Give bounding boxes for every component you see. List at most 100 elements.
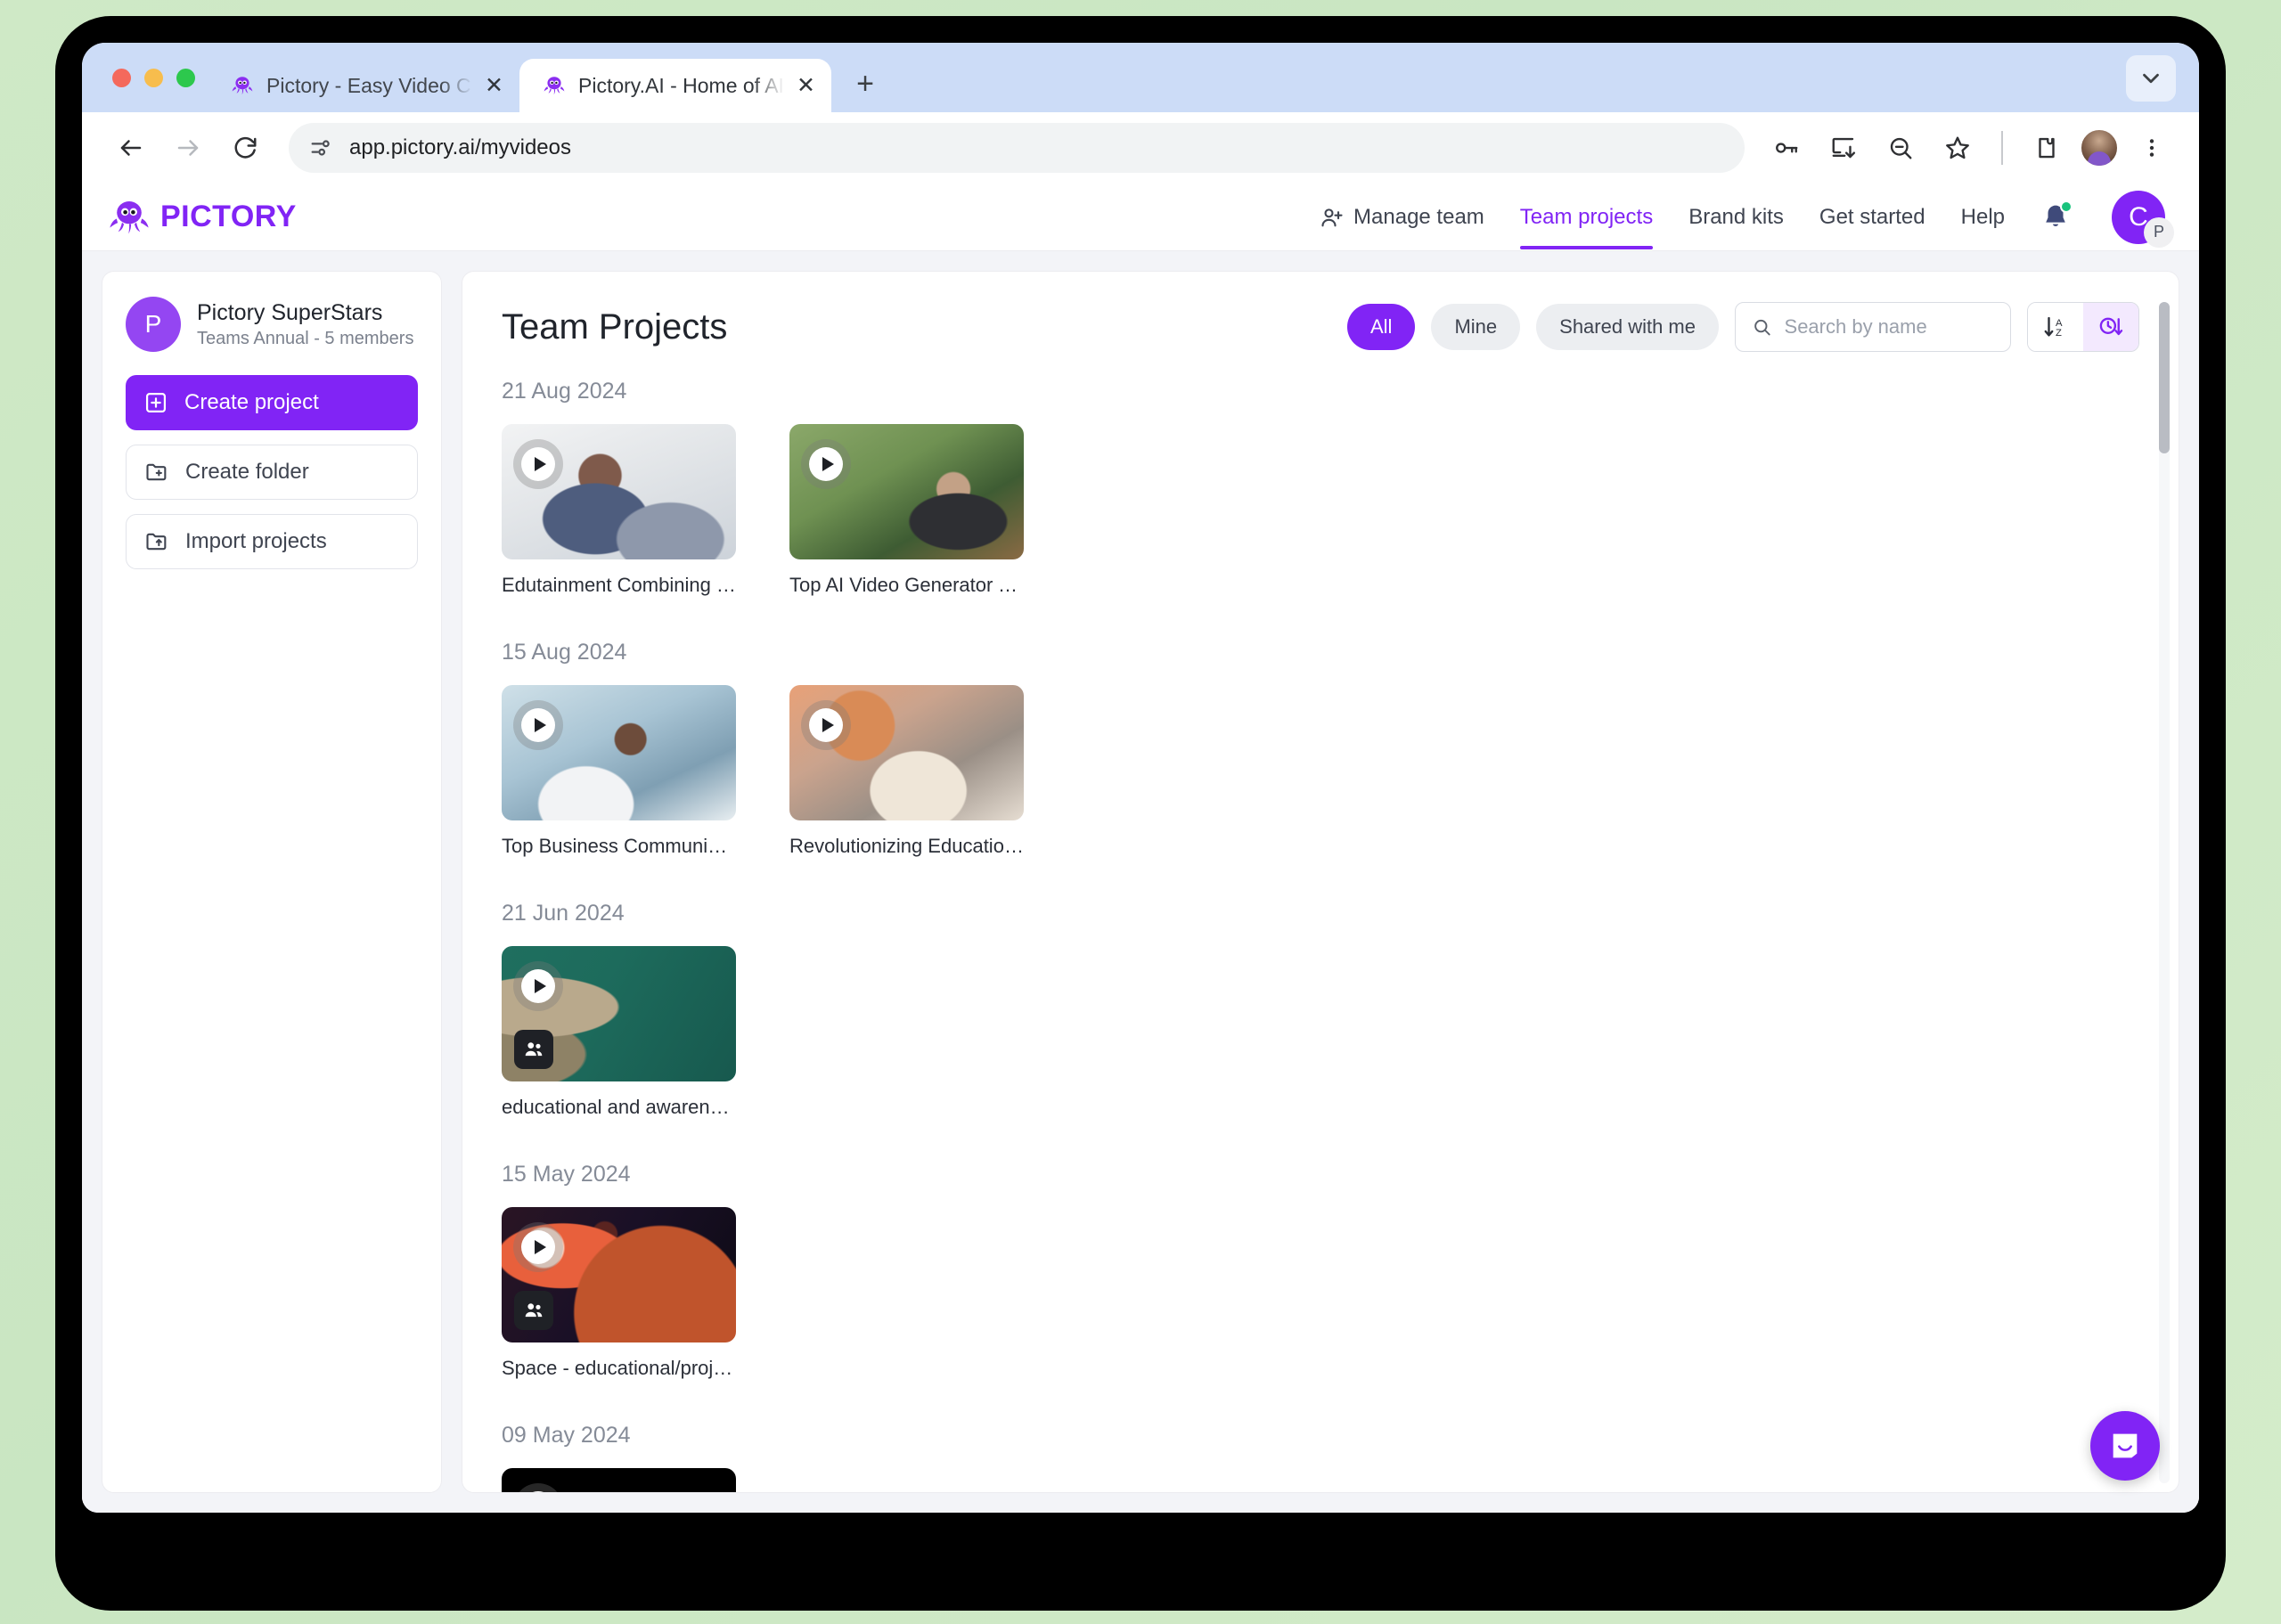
project-thumbnail[interactable] — [789, 685, 1024, 820]
url-text: app.pictory.ai/myvideos — [349, 135, 571, 159]
project-thumbnail[interactable] — [502, 946, 736, 1081]
project-group: 09 May 2024 — [502, 1423, 2139, 1492]
group-date: 09 May 2024 — [502, 1423, 631, 1448]
project-card-row: Top Business Communicatio... Revolutioni… — [502, 685, 2139, 858]
browser-tab-2[interactable]: Pictory.AI - Home of AI Video ✕ — [519, 59, 831, 112]
project-title: Top AI Video Generator Tool... — [789, 574, 1024, 596]
password-manager-button[interactable] — [1762, 124, 1811, 172]
app-nav: Manage team Team projects Brand kits Get… — [1320, 185, 2174, 249]
project-card[interactable]: Revolutionizing Education fo... — [789, 685, 1024, 858]
project-groups: 21 Aug 2024 Edutainment Combining Fun ..… — [502, 379, 2139, 1492]
close-window-button[interactable] — [112, 68, 131, 87]
nav-label: Help — [1960, 204, 2005, 229]
project-title: Top Business Communicatio... — [502, 835, 736, 857]
app-body: P Pictory SuperStars Teams Annual - 5 me… — [82, 251, 2199, 1513]
project-card-row: Space - educational/project/... — [502, 1207, 2139, 1380]
nav-label: Team projects — [1519, 204, 1654, 229]
nav-help[interactable]: Help — [1961, 185, 2005, 249]
project-group: 15 May 2024 Space - educational/project/… — [502, 1162, 2139, 1380]
project-card[interactable]: Top AI Video Generator Tool... — [789, 424, 1024, 597]
project-thumbnail[interactable] — [502, 1468, 736, 1492]
close-tab-button[interactable]: ✕ — [797, 74, 815, 97]
octopus-icon — [110, 200, 149, 233]
new-tab-button[interactable]: + — [842, 61, 888, 107]
project-thumbnail[interactable] — [502, 424, 736, 559]
nav-manage-team[interactable]: Manage team — [1320, 185, 1484, 249]
project-card[interactable] — [502, 1468, 736, 1492]
project-thumbnail[interactable] — [502, 685, 736, 820]
sort-az-icon: A Z — [2044, 316, 2063, 339]
toolbar-icon-group — [1762, 124, 2176, 172]
user-avatar[interactable]: C P — [2112, 190, 2174, 248]
nav-brand-kits[interactable]: Brand kits — [1688, 185, 1784, 249]
button-label: Import projects — [185, 529, 327, 553]
address-bar[interactable]: app.pictory.ai/myvideos — [289, 123, 1745, 173]
create-folder-button[interactable]: Create folder — [126, 445, 418, 500]
chat-widget-button[interactable] — [2090, 1411, 2160, 1481]
nav-label: Brand kits — [1688, 204, 1784, 229]
pictory-logo[interactable]: PICTORY — [109, 197, 297, 238]
tab-search-button[interactable] — [2126, 55, 2176, 102]
forward-button[interactable] — [162, 122, 214, 174]
team-info[interactable]: P Pictory SuperStars Teams Annual - 5 me… — [126, 297, 418, 352]
extensions-button[interactable] — [2023, 124, 2071, 172]
project-title: educational and awareness — [502, 1096, 736, 1118]
sort-alphabetical-button[interactable]: A Z — [2028, 303, 2083, 351]
play-icon — [521, 708, 555, 742]
browser-toolbar: app.pictory.ai/myvideos — [82, 112, 2199, 184]
group-date: 15 May 2024 — [502, 1162, 631, 1187]
notifications-button[interactable] — [2040, 200, 2073, 233]
nav-get-started[interactable]: Get started — [1819, 185, 1925, 249]
create-project-button[interactable]: Create project — [126, 375, 418, 430]
svg-text:Z: Z — [2056, 328, 2062, 339]
project-card[interactable]: Space - educational/project/... — [502, 1207, 736, 1380]
filter-all[interactable]: All — [1347, 304, 1416, 350]
chrome-menu-button[interactable] — [2128, 124, 2176, 172]
project-group: 21 Jun 2024 educational and awareness — [502, 901, 2139, 1119]
project-card[interactable]: Edutainment Combining Fun ... — [502, 424, 736, 597]
filter-shared-with-me[interactable]: Shared with me — [1536, 304, 1719, 350]
group-date: 21 Aug 2024 — [502, 379, 627, 404]
add-person-icon — [1321, 208, 1343, 226]
project-card[interactable]: educational and awareness — [502, 946, 736, 1119]
nav-label: Manage team — [1353, 204, 1484, 229]
play-icon — [521, 1491, 555, 1492]
shared-badge — [514, 1030, 553, 1069]
project-card[interactable]: Top Business Communicatio... — [502, 685, 736, 858]
team-plan: Teams Annual - 5 members — [197, 328, 414, 348]
import-projects-button[interactable]: Import projects — [126, 514, 418, 569]
browser-tab-1[interactable]: Pictory - Easy Video Creation ✕ — [208, 59, 519, 112]
project-title: Revolutionizing Education fo... — [789, 835, 1024, 857]
play-icon — [521, 1230, 555, 1264]
reload-button[interactable] — [219, 122, 271, 174]
intercom-chat-icon — [2113, 1433, 2138, 1458]
minimize-window-button[interactable] — [144, 68, 163, 87]
project-title: Edutainment Combining Fun ... — [502, 574, 736, 596]
scrollbar-thumb[interactable] — [2159, 302, 2170, 453]
group-date: 21 Jun 2024 — [502, 901, 625, 926]
maximize-window-button[interactable] — [176, 68, 195, 87]
browser-tab-strip: Pictory - Easy Video Creation ✕ Pictory.… — [82, 43, 2199, 112]
site-settings-icon[interactable] — [308, 135, 333, 160]
close-tab-button[interactable]: ✕ — [485, 74, 503, 97]
bookmark-button[interactable] — [1934, 124, 1982, 172]
search-box[interactable] — [1735, 302, 2011, 352]
filter-mine[interactable]: Mine — [1431, 304, 1521, 350]
project-thumbnail[interactable] — [502, 1207, 736, 1342]
people-icon — [525, 1042, 543, 1057]
profile-avatar-icon[interactable] — [2080, 128, 2119, 167]
nav-team-projects[interactable]: Team projects — [1519, 185, 1654, 249]
search-input[interactable] — [1784, 315, 1994, 339]
nav-label: Get started — [1819, 204, 1925, 229]
vertical-scrollbar[interactable] — [2159, 302, 2170, 1483]
sort-recent-button[interactable] — [2083, 303, 2138, 351]
toolbar-divider — [2001, 131, 2003, 165]
project-thumbnail[interactable] — [789, 424, 1024, 559]
install-app-button[interactable] — [1819, 124, 1868, 172]
play-icon — [521, 969, 555, 1003]
back-button[interactable] — [105, 122, 157, 174]
sort-toggle-group: A Z — [2027, 302, 2139, 352]
project-title: Space - educational/project/... — [502, 1357, 736, 1379]
page-title: Team Projects — [502, 306, 728, 347]
zoom-out-button[interactable] — [1876, 124, 1925, 172]
